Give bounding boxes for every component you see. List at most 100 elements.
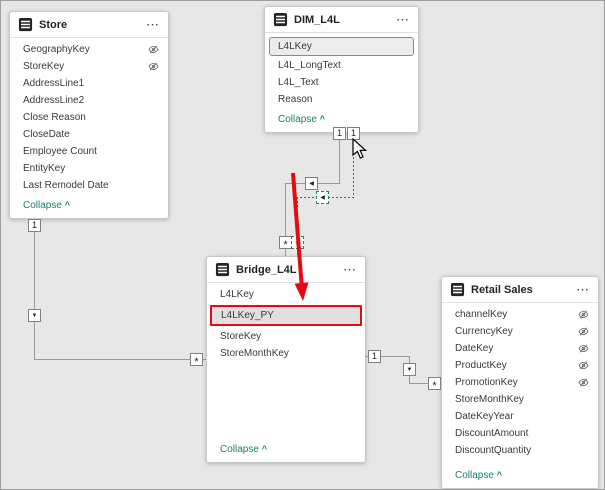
cardinality-one-badge[interactable]: 1 bbox=[347, 127, 360, 140]
eye-slash-icon[interactable] bbox=[148, 44, 159, 55]
field-row[interactable]: Reason bbox=[265, 91, 418, 108]
chevron-up-icon: ^ bbox=[262, 444, 267, 454]
collapse-link[interactable]: Collapse ^ bbox=[207, 440, 365, 462]
table-icon bbox=[215, 262, 230, 277]
collapse-label: Collapse bbox=[278, 114, 317, 125]
table-title: DIM_L4L bbox=[294, 14, 389, 26]
field-row[interactable]: StoreKey bbox=[10, 58, 168, 75]
field-label: Last Remodel Date bbox=[23, 180, 109, 191]
collapse-label: Collapse bbox=[220, 444, 259, 455]
more-options-icon[interactable]: ⋯ bbox=[342, 265, 357, 275]
eye-slash-icon[interactable] bbox=[578, 360, 589, 371]
field-label: StoreKey bbox=[23, 61, 64, 72]
field-label: DateKey bbox=[455, 343, 493, 354]
field-label: AddressLine1 bbox=[23, 78, 84, 89]
field-label: StoreMonthKey bbox=[455, 394, 524, 405]
field-row[interactable]: ProductKey bbox=[442, 357, 598, 374]
field-row[interactable]: EntityKey bbox=[10, 160, 168, 177]
filter-direction-arrow-icon[interactable]: ◀ bbox=[316, 191, 329, 204]
table-icon bbox=[450, 282, 465, 297]
collapse-link[interactable]: Collapse ^ bbox=[10, 196, 168, 218]
field-label: ProductKey bbox=[455, 360, 507, 371]
field-row[interactable]: CurrencyKey bbox=[442, 323, 598, 340]
field-row[interactable]: PromotionKey bbox=[442, 374, 598, 391]
relationship-line-store-bridge[interactable] bbox=[35, 219, 207, 360]
field-row[interactable]: L4L_LongText bbox=[265, 57, 418, 74]
table-icon bbox=[273, 12, 288, 27]
table-card-bridge-l4l[interactable]: Bridge_L4L ⋯ L4LKey L4LKey_PY StoreKey S… bbox=[206, 256, 366, 463]
cardinality-one-badge[interactable]: 1 bbox=[333, 127, 346, 140]
more-options-icon[interactable]: ⋯ bbox=[145, 20, 160, 30]
field-label: L4LKey_PY bbox=[221, 310, 274, 321]
cardinality-many-badge[interactable]: * bbox=[190, 353, 203, 366]
table-title: Bridge_L4L bbox=[236, 264, 336, 276]
field-row[interactable]: L4LKey bbox=[207, 286, 365, 303]
collapse-link[interactable]: Collapse ^ bbox=[442, 466, 598, 488]
field-label: DateKeyYear bbox=[455, 411, 514, 422]
field-label: Employee Count bbox=[23, 146, 97, 157]
field-row[interactable]: Employee Count bbox=[10, 143, 168, 160]
table-title: Retail Sales bbox=[471, 284, 569, 296]
filter-direction-arrow-icon[interactable]: ◀ bbox=[305, 177, 318, 190]
field-row[interactable]: CloseDate bbox=[10, 126, 168, 143]
eye-slash-icon[interactable] bbox=[578, 309, 589, 320]
table-card-dim-l4l[interactable]: DIM_L4L ⋯ L4LKey L4L_LongText L4L_Text R… bbox=[264, 6, 419, 133]
field-label: PromotionKey bbox=[455, 377, 518, 388]
field-list: GeographyKey StoreKey AddressLine1 Addre… bbox=[10, 38, 168, 196]
eye-slash-icon[interactable] bbox=[578, 343, 589, 354]
eye-slash-icon[interactable] bbox=[578, 377, 589, 388]
filter-direction-arrow-icon[interactable]: ▼ bbox=[403, 363, 416, 376]
field-label: Reason bbox=[278, 94, 312, 105]
field-row[interactable]: L4L_Text bbox=[265, 74, 418, 91]
cardinality-one-badge[interactable]: 1 bbox=[368, 350, 381, 363]
field-label: CurrencyKey bbox=[455, 326, 513, 337]
eye-slash-icon[interactable] bbox=[578, 326, 589, 337]
cardinality-many-badge[interactable]: * bbox=[291, 236, 304, 249]
field-row[interactable]: DateKeyYear bbox=[442, 408, 598, 425]
chevron-up-icon: ^ bbox=[497, 470, 502, 480]
field-label: AddressLine2 bbox=[23, 95, 84, 106]
field-row[interactable]: GeographyKey bbox=[10, 41, 168, 58]
field-row[interactable]: DiscountQuantity bbox=[442, 442, 598, 459]
field-label: L4L_Text bbox=[278, 77, 319, 88]
chevron-up-icon: ^ bbox=[65, 200, 70, 210]
field-label: L4LKey bbox=[278, 41, 312, 52]
table-title: Store bbox=[39, 19, 139, 31]
field-list: L4LKey L4LKey_PY StoreKey StoreMonthKey bbox=[207, 283, 365, 364]
field-label: L4LKey bbox=[220, 289, 254, 300]
field-row[interactable]: Last Remodel Date bbox=[10, 177, 168, 194]
field-row-highlighted[interactable]: L4LKey_PY bbox=[210, 305, 362, 326]
field-row[interactable]: AddressLine2 bbox=[10, 92, 168, 109]
table-card-retail-sales[interactable]: Retail Sales ⋯ channelKey CurrencyKey Da… bbox=[441, 276, 599, 489]
field-label: GeographyKey bbox=[23, 44, 90, 55]
table-card-header[interactable]: Bridge_L4L ⋯ bbox=[207, 257, 365, 283]
field-row[interactable]: DiscountAmount bbox=[442, 425, 598, 442]
table-card-header[interactable]: DIM_L4L ⋯ bbox=[265, 7, 418, 33]
field-row[interactable]: StoreMonthKey bbox=[207, 345, 365, 362]
field-row[interactable]: StoreMonthKey bbox=[442, 391, 598, 408]
table-card-header[interactable]: Store ⋯ bbox=[10, 12, 168, 38]
field-row[interactable]: channelKey bbox=[442, 306, 598, 323]
table-card-header[interactable]: Retail Sales ⋯ bbox=[442, 277, 598, 303]
more-options-icon[interactable]: ⋯ bbox=[575, 285, 590, 295]
field-label: StoreMonthKey bbox=[220, 348, 289, 359]
field-label: Close Reason bbox=[23, 112, 86, 123]
cardinality-many-badge[interactable]: * bbox=[428, 377, 441, 390]
field-label: channelKey bbox=[455, 309, 507, 320]
table-icon bbox=[18, 17, 33, 32]
field-row[interactable]: Close Reason bbox=[10, 109, 168, 126]
field-row[interactable]: AddressLine1 bbox=[10, 75, 168, 92]
eye-slash-icon[interactable] bbox=[148, 61, 159, 72]
collapse-label: Collapse bbox=[455, 470, 494, 481]
filter-direction-arrow-icon[interactable]: ▼ bbox=[28, 309, 41, 322]
chevron-up-icon: ^ bbox=[320, 114, 325, 124]
field-row[interactable]: StoreKey bbox=[207, 328, 365, 345]
field-label: DiscountQuantity bbox=[455, 445, 531, 456]
cardinality-one-badge[interactable]: 1 bbox=[28, 219, 41, 232]
field-row[interactable]: DateKey bbox=[442, 340, 598, 357]
field-list: L4LKey L4L_LongText L4L_Text Reason bbox=[265, 33, 418, 110]
more-options-icon[interactable]: ⋯ bbox=[395, 15, 410, 25]
field-row-selected[interactable]: L4LKey bbox=[269, 37, 414, 56]
table-card-store[interactable]: Store ⋯ GeographyKey StoreKey AddressLin… bbox=[9, 11, 169, 219]
model-view-canvas[interactable]: Store ⋯ GeographyKey StoreKey AddressLin… bbox=[0, 0, 605, 490]
